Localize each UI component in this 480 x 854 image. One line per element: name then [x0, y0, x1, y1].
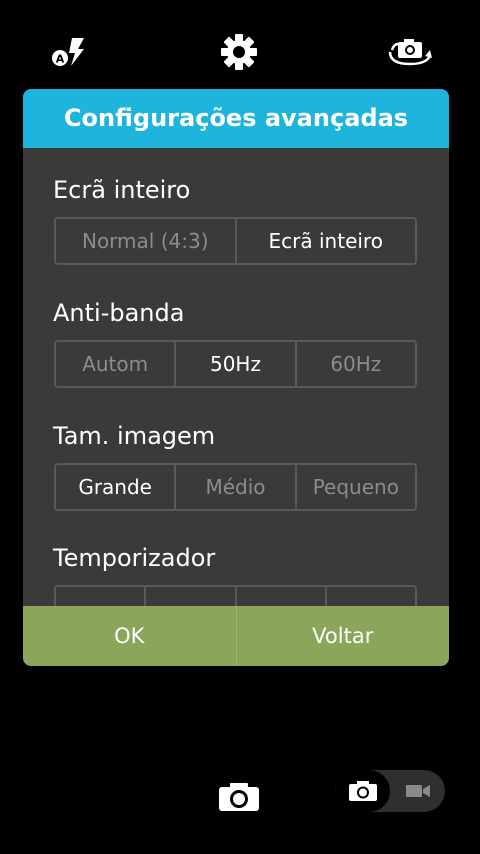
- top-bar: A: [0, 0, 480, 90]
- option-fullscreen[interactable]: Ecrã inteiro: [234, 219, 416, 263]
- switch-camera-icon[interactable]: [386, 36, 434, 72]
- anti-banding-segmented-control: Autom 50Hz 60Hz: [54, 340, 417, 388]
- timer-option[interactable]: [234, 587, 325, 606]
- dialog-footer: OK Voltar: [23, 606, 449, 666]
- option-small[interactable]: Pequeno: [294, 465, 415, 509]
- timer-option[interactable]: [56, 587, 144, 606]
- option-normal-4-3[interactable]: Normal (4:3): [56, 219, 235, 263]
- timer-option[interactable]: [324, 587, 415, 606]
- gear-icon[interactable]: [220, 33, 258, 75]
- bottom-bar: [0, 760, 480, 830]
- back-button[interactable]: Voltar: [235, 606, 450, 666]
- section-title-timer: Temporizador: [53, 544, 216, 572]
- flash-auto-icon[interactable]: A: [50, 36, 90, 72]
- image-size-segmented-control: Grande Médio Pequeno: [54, 463, 417, 511]
- option-medium[interactable]: Médio: [174, 465, 294, 509]
- dialog-title: Configurações avançadas: [23, 89, 449, 148]
- section-title-anti-banding: Anti-banda: [53, 299, 185, 327]
- dialog-body: Ecrã inteiro Normal (4:3) Ecrã inteiro A…: [23, 148, 449, 606]
- timer-option[interactable]: [144, 587, 234, 606]
- advanced-settings-dialog: Configurações avançadas Ecrã inteiro Nor…: [23, 89, 449, 666]
- option-60hz[interactable]: 60Hz: [294, 342, 415, 386]
- section-title-fullscreen: Ecrã inteiro: [53, 176, 191, 204]
- fullscreen-segmented-control: Normal (4:3) Ecrã inteiro: [54, 217, 417, 265]
- option-auto[interactable]: Autom: [56, 342, 174, 386]
- ok-button[interactable]: OK: [23, 606, 236, 666]
- camera-mode-toggle[interactable]: [335, 770, 445, 812]
- timer-segmented-control: [54, 585, 417, 606]
- option-large[interactable]: Grande: [56, 465, 174, 509]
- section-title-image-size: Tam. imagem: [53, 422, 216, 450]
- photo-mode-icon[interactable]: [335, 770, 390, 812]
- camera-icon[interactable]: [218, 782, 260, 816]
- svg-text:A: A: [56, 53, 65, 66]
- video-mode-icon[interactable]: [390, 770, 445, 812]
- option-50hz[interactable]: 50Hz: [174, 342, 294, 386]
